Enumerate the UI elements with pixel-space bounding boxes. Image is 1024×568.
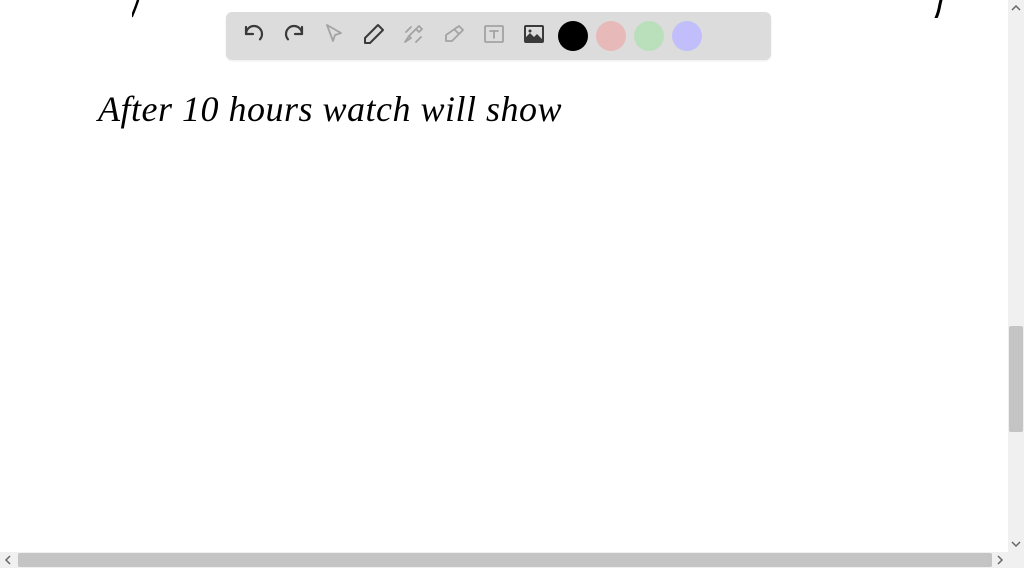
redo-button[interactable] bbox=[278, 20, 310, 52]
horizontal-scrollbar[interactable] bbox=[0, 552, 1008, 568]
pointer-icon bbox=[322, 22, 346, 51]
scroll-up-arrow[interactable] bbox=[1008, 0, 1024, 16]
scroll-down-arrow[interactable] bbox=[1008, 536, 1024, 552]
pointer-button[interactable] bbox=[318, 20, 350, 52]
color-pink-swatch[interactable] bbox=[596, 21, 626, 51]
vertical-scroll-thumb[interactable] bbox=[1009, 326, 1023, 432]
image-button[interactable] bbox=[518, 20, 550, 52]
color-purple-swatch[interactable] bbox=[672, 21, 702, 51]
tools-icon bbox=[402, 22, 426, 51]
pencil-button[interactable] bbox=[358, 20, 390, 52]
eraser-icon bbox=[442, 22, 466, 51]
whiteboard-canvas[interactable]: After 10 hours watch will show bbox=[0, 0, 1008, 552]
vertical-scrollbar[interactable] bbox=[1008, 0, 1024, 552]
redo-icon bbox=[282, 22, 306, 51]
horizontal-scroll-thumb[interactable] bbox=[18, 553, 992, 567]
scroll-left-arrow[interactable] bbox=[0, 552, 16, 568]
image-icon bbox=[522, 22, 546, 51]
color-green-swatch[interactable] bbox=[634, 21, 664, 51]
tools-button[interactable] bbox=[398, 20, 430, 52]
handwriting-main-line: After 10 hours watch will show bbox=[98, 88, 562, 130]
undo-icon bbox=[242, 22, 266, 51]
scroll-right-arrow[interactable] bbox=[992, 552, 1008, 568]
text-button[interactable] bbox=[478, 20, 510, 52]
eraser-button[interactable] bbox=[438, 20, 470, 52]
pencil-icon bbox=[362, 22, 386, 51]
scrollbar-corner bbox=[1008, 552, 1024, 568]
undo-button[interactable] bbox=[238, 20, 270, 52]
color-black-swatch[interactable] bbox=[558, 21, 588, 51]
drawing-toolbar bbox=[226, 12, 771, 60]
text-icon bbox=[482, 22, 506, 51]
